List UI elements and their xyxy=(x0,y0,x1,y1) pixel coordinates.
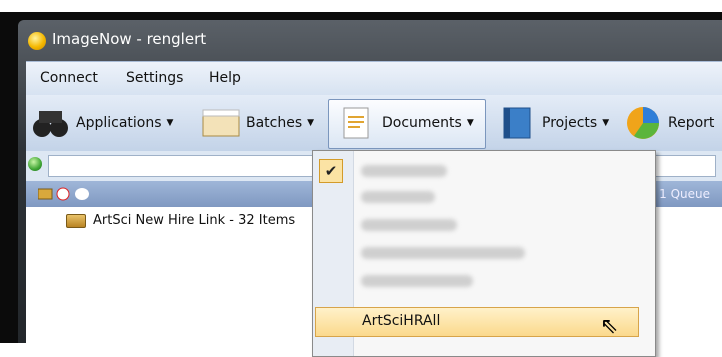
reports-button[interactable]: Report xyxy=(622,104,714,142)
menu-item-redacted[interactable] xyxy=(361,219,457,231)
documents-label: Documents xyxy=(382,115,462,131)
menu-item-redacted[interactable] xyxy=(361,165,447,177)
batch-tray-icon xyxy=(200,106,242,140)
chevron-down-icon: ▼ xyxy=(466,118,474,128)
projects-button[interactable]: Projects ▼ xyxy=(496,104,609,142)
queue-toolbar-icons[interactable] xyxy=(38,187,92,201)
projects-label: Projects xyxy=(542,115,598,131)
binoculars-icon xyxy=(30,106,72,140)
check-icon: ✔ xyxy=(319,159,343,183)
documents-button[interactable]: Documents ▼ xyxy=(336,104,474,142)
pie-chart-icon xyxy=(622,106,664,140)
menu-item-label: ArtSciHRAll xyxy=(362,313,441,329)
screenshot-frame: ImageNow - renglert Connect Settings Hel… xyxy=(0,12,722,357)
menu-bar: Connect Settings Help xyxy=(26,61,722,96)
batches-label: Batches xyxy=(246,115,303,131)
applications-button[interactable]: Applications ▼ xyxy=(30,104,173,142)
app-logo-icon xyxy=(28,32,46,50)
batches-button[interactable]: Batches ▼ xyxy=(200,104,314,142)
menu-item-artscihrall[interactable]: ArtSciHRAll ⇖ xyxy=(315,307,639,339)
menu-item-redacted[interactable] xyxy=(361,247,525,259)
mouse-cursor-icon: ⇖ xyxy=(600,314,619,339)
menu-item-redacted[interactable] xyxy=(361,191,435,203)
inbox-icon xyxy=(66,213,86,228)
document-icon xyxy=(336,106,378,140)
chevron-down-icon: ▼ xyxy=(166,118,174,128)
list-item[interactable]: ArtSci New Hire Link - 32 Items xyxy=(66,213,295,228)
menu-settings[interactable]: Settings xyxy=(126,70,183,86)
queue-count: 1 Queue xyxy=(659,187,710,201)
queue-item-label: ArtSci New Hire Link - 32 Items xyxy=(93,213,296,228)
chevron-down-icon: ▼ xyxy=(307,118,315,128)
globe-icon[interactable] xyxy=(28,157,42,171)
menu-help[interactable]: Help xyxy=(209,70,241,86)
documents-dropdown-menu: ✔ ArtSciHRAll ⇖ xyxy=(312,150,656,357)
menu-connect[interactable]: Connect xyxy=(40,70,98,86)
reports-label: Report xyxy=(668,115,715,131)
menu-item-redacted[interactable] xyxy=(361,275,473,287)
chevron-down-icon: ▼ xyxy=(602,118,610,128)
applications-label: Applications xyxy=(76,115,162,131)
window-title: ImageNow - renglert xyxy=(52,30,207,48)
toolbar: Applications ▼ Batches ▼ Documents ▼ Projec xyxy=(26,95,722,152)
project-binder-icon xyxy=(496,106,538,140)
